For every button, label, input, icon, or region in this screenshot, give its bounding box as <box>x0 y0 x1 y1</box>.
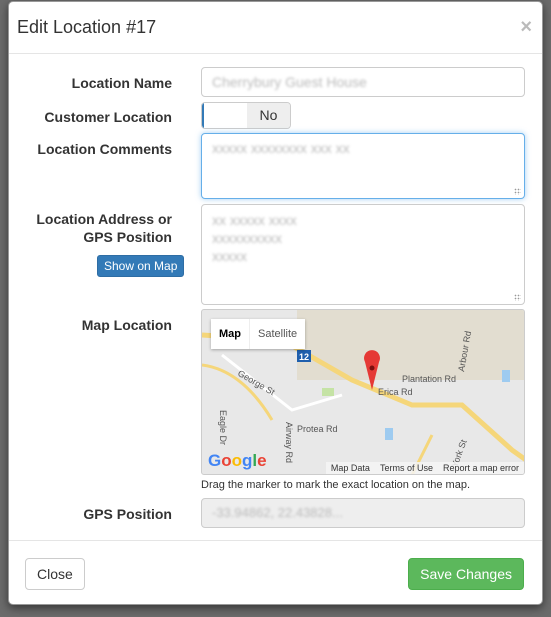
customer-location-label: Customer Location <box>44 109 172 125</box>
road-label: Plantation Rd <box>402 374 456 384</box>
road-label: Airway Rd <box>284 422 294 463</box>
gps-position-label: GPS Position <box>83 506 172 522</box>
location-comments-textarea[interactable]: xxxxx xxxxxxxx xxx xx <box>201 133 525 199</box>
gps-value: -33.94862, 22.43828... <box>212 505 343 520</box>
report-error-link[interactable]: Report a map error <box>443 463 519 473</box>
route-number: 12 <box>299 352 309 362</box>
customer-location-toggle[interactable]: No <box>201 102 291 129</box>
route-badge: 12 <box>297 350 311 362</box>
modal-footer-divider <box>9 540 542 541</box>
toggle-state: No <box>247 103 290 128</box>
map[interactable]: 12 Plantation Rd Erica Rd George St Prot… <box>201 309 525 475</box>
map-attribution: Map Data Terms of Use Report a map error <box>325 462 524 474</box>
map-help-text: Drag the marker to mark the exact locati… <box>201 479 471 491</box>
address-line: xxxxx <box>212 248 247 264</box>
map-type-control: Map Satellite <box>211 319 306 349</box>
resize-grip-icon[interactable] <box>514 188 521 195</box>
address-line: xx xxxxx xxxx <box>212 212 297 228</box>
save-changes-button[interactable]: Save Changes <box>408 558 524 590</box>
edit-location-modal: Edit Location #17 × Location Name Cherry… <box>8 1 543 605</box>
show-on-map-button[interactable]: Show on Map <box>97 255 185 277</box>
close-icon[interactable]: × <box>520 16 532 39</box>
road-label: Eagle Dr <box>218 410 228 445</box>
location-name-label: Location Name <box>71 75 172 91</box>
modal-header: Edit Location #17 × <box>9 2 542 54</box>
map-type-map[interactable]: Map <box>211 319 249 349</box>
address-label: Location Address or GPS Position <box>36 211 172 245</box>
resize-grip-icon[interactable] <box>514 294 521 301</box>
map-type-satellite[interactable]: Satellite <box>249 319 305 349</box>
road-label: Erica Rd <box>378 387 413 397</box>
modal-title: Edit Location #17 <box>17 17 157 37</box>
comments-value: xxxxx xxxxxxxx xxx xx <box>212 140 350 156</box>
location-comments-label: Location Comments <box>37 141 172 157</box>
address-line: xxxxxxxxxx <box>212 230 282 246</box>
road-label: Protea Rd <box>297 424 338 434</box>
map-data-link[interactable]: Map Data <box>331 463 370 473</box>
gps-position-input: -33.94862, 22.43828... <box>201 498 525 528</box>
close-button[interactable]: Close <box>25 558 85 590</box>
address-textarea[interactable]: xx xxxxx xxxx xxxxxxxxxx xxxxx <box>201 204 525 305</box>
map-location-label: Map Location <box>81 317 172 333</box>
google-logo: Google <box>208 451 267 470</box>
location-name-input[interactable]: Cherrybury Guest House <box>201 67 525 97</box>
terms-link[interactable]: Terms of Use <box>380 463 433 473</box>
location-name-value: Cherrybury Guest House <box>212 74 367 90</box>
